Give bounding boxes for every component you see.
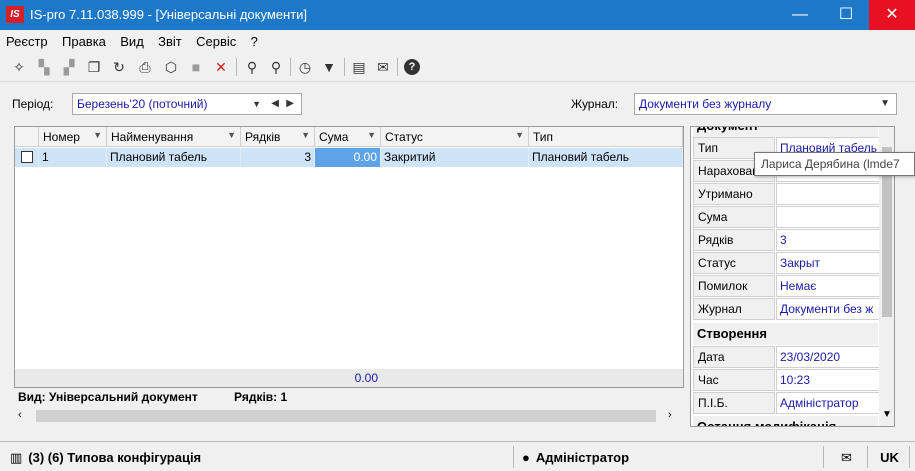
documents-grid: Номер ▼ Найменування ▼ Рядків ▼ Сума ▼ Стату…: [14, 126, 684, 388]
menu-registry[interactable]: Реєстр: [0, 30, 53, 49]
period-label: Період:: [12, 97, 54, 111]
prop-row: Дата 23/03/2020: [693, 346, 880, 369]
filter-icon[interactable]: ▼: [318, 56, 340, 78]
refresh-icon[interactable]: ↻: [108, 56, 130, 78]
prop-row: Помилок Немає: [693, 275, 880, 298]
toolbar: ✧ ▚ ▞ ❐ ↻ ⎙ ⬡ ■ ✕ ⚲ ⚲ ◷ ▼ ▤ ✉ ?: [0, 52, 915, 82]
prop-row: П.І.Б. Адміністратор: [693, 392, 880, 415]
user-tooltip: Лариса Дерябина (lmde7: [754, 152, 915, 176]
duplicate-icon[interactable]: ❐: [83, 56, 105, 78]
help-icon[interactable]: ?: [401, 56, 423, 78]
form-icon[interactable]: ▤: [348, 56, 370, 78]
section-last-modified: Остання модифікація: [693, 416, 878, 426]
config-label: (3) (6) Типова конфігурація: [28, 450, 202, 465]
user-label: Адміністратор: [535, 450, 630, 465]
prop-row: Статус Закрыт: [693, 252, 880, 275]
language-indicator[interactable]: UK: [870, 446, 910, 468]
cell-type: Плановий табель: [529, 148, 683, 167]
app-logo-icon: IS: [6, 6, 24, 23]
column-header-rows[interactable]: Рядків ▼: [241, 127, 315, 147]
section-creation: Створення: [693, 323, 878, 345]
title-bar: IS IS-pro 7.11.038.999 - [Універсальні д…: [0, 0, 915, 30]
scroll-down-icon[interactable]: ▼: [882, 409, 892, 420]
column-header-name[interactable]: Найменування ▼: [107, 127, 241, 147]
user-icon: ●: [522, 450, 530, 465]
toolbar-separator: [397, 58, 398, 76]
column-header-sum[interactable]: Сума ▼: [315, 127, 381, 147]
toolbar-separator: [344, 58, 345, 76]
next-period-icon[interactable]: ▶: [286, 98, 294, 109]
user-segment: ● Адміністратор: [516, 446, 824, 468]
mail-icon[interactable]: ✉: [826, 446, 868, 468]
menu-report[interactable]: Звіт: [152, 30, 187, 49]
menu-edit[interactable]: Правка: [56, 30, 111, 49]
menu-service[interactable]: Сервіс: [190, 30, 241, 49]
export-icon[interactable]: ⬡: [160, 56, 182, 78]
period-value: Березень'20 (поточний): [77, 97, 208, 111]
scroll-left-icon[interactable]: ‹: [18, 409, 22, 421]
grid-footer: [15, 369, 315, 387]
grid-footer: [381, 369, 683, 387]
scroll-thumb[interactable]: [36, 410, 656, 422]
mail-icon[interactable]: ✉: [372, 56, 394, 78]
column-header-type[interactable]: Тип: [529, 127, 683, 147]
prop-row: Рядків 3: [693, 229, 880, 252]
cell-number: 1: [39, 148, 107, 167]
column-header-number[interactable]: Номер ▼: [39, 127, 107, 147]
total-sum: 0.00: [315, 369, 381, 387]
chevron-down-icon[interactable]: ▼: [252, 99, 261, 109]
toolbar-separator: [236, 58, 237, 76]
delete-icon[interactable]: ✕: [210, 56, 232, 78]
close-button[interactable]: ✕: [869, 0, 915, 30]
cell-status: Закритий: [381, 148, 529, 167]
timer-icon[interactable]: ◷: [294, 56, 316, 78]
maximize-button[interactable]: ☐: [823, 0, 869, 30]
cell-name: Плановий табель: [107, 148, 241, 167]
journal-label: Журнал:: [571, 97, 619, 111]
scroll-right-icon[interactable]: ›: [668, 409, 672, 421]
new-doc-icon[interactable]: ✧: [8, 56, 30, 78]
minimize-button[interactable]: —: [777, 0, 823, 30]
prev-period-icon[interactable]: ◀: [271, 98, 279, 109]
column-header-check: [15, 127, 39, 147]
sort-dropdown-icon: ▼: [301, 130, 310, 140]
menu-help[interactable]: ?: [245, 30, 263, 49]
copy-icon[interactable]: ▚: [33, 56, 55, 78]
row-checkbox[interactable]: [21, 151, 33, 163]
prop-row: Журнал Документи без ж: [693, 298, 880, 321]
status-bar: ▥ (3) (6) Типова конфігурація ● Адміністра…: [0, 441, 915, 471]
window-title: IS-pro 7.11.038.999 - [Універсальні доку…: [30, 7, 308, 22]
config-segment: ▥ (3) (6) Типова конфігурація: [4, 446, 514, 468]
prop-row: Утримано: [693, 183, 880, 206]
print-icon[interactable]: ⎙: [134, 56, 156, 78]
journal-value: Документи без журналу: [639, 97, 772, 111]
rows-count-label: Рядків: 1: [234, 390, 288, 404]
sort-dropdown-icon: ▼: [227, 130, 236, 140]
section-document: Документ: [693, 127, 878, 137]
menu-bar: Реєстр Правка Вид Звіт Сервіс ?: [0, 30, 915, 52]
find-next-icon[interactable]: ⚲: [265, 56, 287, 78]
find-icon[interactable]: ⚲: [241, 56, 263, 78]
sort-dropdown-icon: ▼: [93, 130, 102, 140]
period-select[interactable]: Березень'20 (поточний) ▼ ◀ ▶: [72, 93, 302, 115]
sort-dropdown-icon: ▼: [367, 130, 376, 140]
stop-icon[interactable]: ■: [185, 56, 207, 78]
building-icon: ▥: [10, 450, 23, 465]
view-label: Вид: Універсальний документ: [18, 390, 198, 404]
menu-view[interactable]: Вид: [114, 30, 149, 49]
journal-select[interactable]: Документи без журналу ▼: [634, 93, 897, 115]
cell-sum: 0.00: [315, 148, 381, 167]
column-header-status[interactable]: Статус ▼: [381, 127, 529, 147]
horizontal-scrollbar[interactable]: ‹ ›: [14, 407, 684, 425]
cell-rows: 3: [241, 148, 315, 167]
copy-multi-icon[interactable]: ▞: [58, 56, 80, 78]
chevron-down-icon: ▼: [880, 98, 890, 109]
prop-row: Сума: [693, 206, 880, 229]
toolbar-separator: [290, 58, 291, 76]
sort-dropdown-icon: ▼: [515, 130, 524, 140]
prop-row: Час 10:23: [693, 369, 880, 392]
